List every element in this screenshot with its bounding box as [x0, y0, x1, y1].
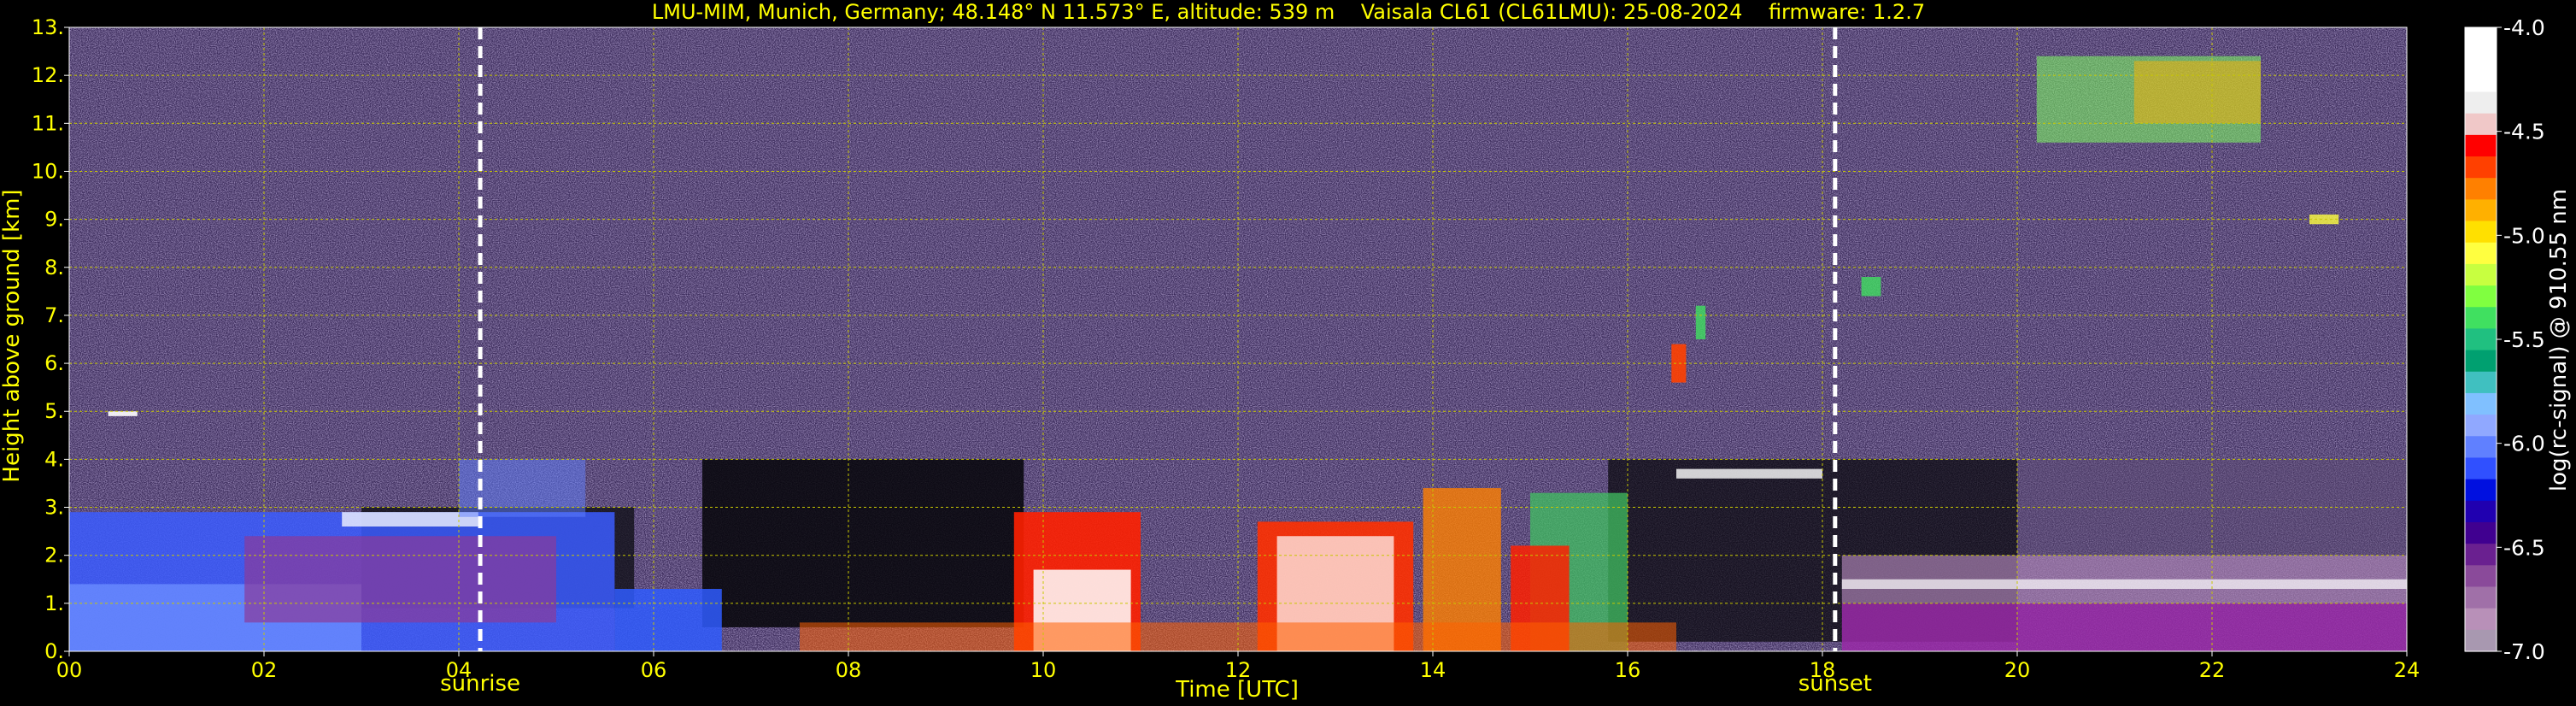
colorbar-segment — [2465, 586, 2497, 609]
near-ground-layer — [800, 622, 1676, 651]
colorbar-segment — [2465, 263, 2497, 286]
colorbar-tick-label: -5.0 — [2503, 223, 2545, 248]
sunset-label: sunset — [1799, 671, 1872, 697]
colorbar-tick-label: -6.0 — [2503, 432, 2545, 456]
colorbar-segment — [2465, 285, 2497, 308]
y-tick-label: 1. — [44, 591, 64, 615]
ceilometer-chart: LMU-MIM, Munich, Germany; 48.148° N 11.5… — [0, 0, 2572, 703]
mid-cloud-line — [1676, 468, 1822, 479]
cloud-7km — [1695, 305, 1706, 339]
y-tick-label: 12. — [32, 63, 64, 87]
y-tick-label: 0. — [44, 639, 64, 663]
colorbar-segment — [2465, 521, 2497, 544]
y-tick-label: 13. — [32, 15, 64, 39]
colorbar-segment — [2465, 49, 2497, 71]
colorbar-segment — [2465, 479, 2497, 502]
colorbar-segment — [2465, 457, 2497, 480]
dark-region-midday — [702, 459, 1024, 627]
x-tick-label: 14 — [1420, 658, 1446, 682]
x-tick-label: 20 — [2004, 658, 2031, 682]
residual-layer-top — [342, 512, 478, 527]
colorbar-segment — [2465, 199, 2497, 222]
colorbar-segment — [2465, 436, 2497, 459]
y-tick-label: 11. — [32, 111, 64, 135]
evening-layer-base — [1841, 603, 2407, 651]
boundary-layer-purple — [244, 536, 556, 623]
colorbar-segment — [2465, 134, 2497, 157]
colorbar-tick-label: -6.5 — [2503, 535, 2545, 560]
colorbar-segment — [2465, 70, 2497, 93]
colorbar-segment — [2465, 307, 2497, 330]
colorbar-segment — [2465, 91, 2497, 115]
colorbar-segment — [2465, 415, 2497, 437]
chart-title: LMU-MIM, Munich, Germany; 48.148° N 11.5… — [652, 0, 1925, 24]
cirrus-high-core — [2133, 61, 2261, 124]
colorbar-segment — [2465, 221, 2497, 244]
y-tick-label: 2. — [44, 544, 64, 568]
x-tick-label: 08 — [836, 658, 862, 682]
colorbar-segment — [2465, 242, 2497, 265]
early-cloud-5km — [108, 411, 138, 416]
x-tick-label: 22 — [2199, 658, 2226, 682]
colorbar-segment — [2465, 392, 2497, 415]
colorbar-label: log(rc-signal) @ 910.55 nm — [2546, 189, 2572, 491]
colorbar-segment — [2465, 500, 2497, 523]
sunrise-label: sunrise — [440, 671, 520, 697]
y-tick-label: 8. — [44, 256, 64, 279]
y-tick-label: 6. — [44, 351, 64, 375]
evening-cloud-line — [1841, 579, 2407, 589]
cloud-near-sunset — [1861, 277, 1881, 297]
x-tick-label: 24 — [2394, 658, 2421, 682]
colorbar-segment — [2465, 113, 2497, 136]
x-axis-label: Time [UTC] — [1175, 677, 1299, 703]
cloud-9km — [2309, 215, 2339, 225]
x-tick-label: 16 — [1615, 658, 1641, 682]
y-tick-label: 4. — [44, 447, 64, 471]
colorbar-segment — [2465, 350, 2497, 373]
x-tick-label: 06 — [641, 658, 667, 682]
colorbar-segment — [2465, 178, 2497, 200]
colorbar-segment — [2465, 328, 2497, 351]
colorbar-segment — [2465, 371, 2497, 394]
colorbar-tick-label: -4.5 — [2503, 120, 2545, 144]
x-tick-label: 02 — [251, 658, 278, 682]
y-tick-label: 10. — [32, 159, 64, 183]
colorbar-tick-label: -5.5 — [2503, 327, 2545, 352]
colorbar-segment — [2465, 608, 2497, 631]
colorbar-segment — [2465, 156, 2497, 179]
colorbar-segment — [2465, 27, 2497, 50]
colorbar-segment — [2465, 629, 2497, 652]
cloud-6km — [1671, 344, 1687, 383]
y-tick-label: 5. — [44, 399, 64, 423]
colorbar: -4.0 -4.5 -5.0 -5.5 -6.0 -6.5 -7.0 — [2464, 15, 2545, 664]
colorbar-segment — [2465, 544, 2497, 566]
y-tick-label: 3. — [44, 496, 64, 520]
colorbar-tick-label: -7.0 — [2503, 639, 2545, 664]
y-axis-ticks: 0. 1. 2. 3. 4. 5. 6. 7. 8. 9. 10. 11. 12. 13. — [32, 15, 69, 663]
y-axis-label: Height above ground [km] — [0, 189, 25, 482]
plot-area — [69, 27, 2407, 651]
boundary-layer-edge — [614, 589, 722, 651]
colorbar-segment — [2465, 565, 2497, 588]
cloud-spikes-sunrise — [459, 459, 586, 517]
y-tick-label: 9. — [44, 208, 64, 232]
colorbar-tick-label: -4.0 — [2503, 15, 2545, 40]
x-tick-label: 10 — [1030, 658, 1057, 682]
y-tick-label: 7. — [44, 303, 64, 327]
